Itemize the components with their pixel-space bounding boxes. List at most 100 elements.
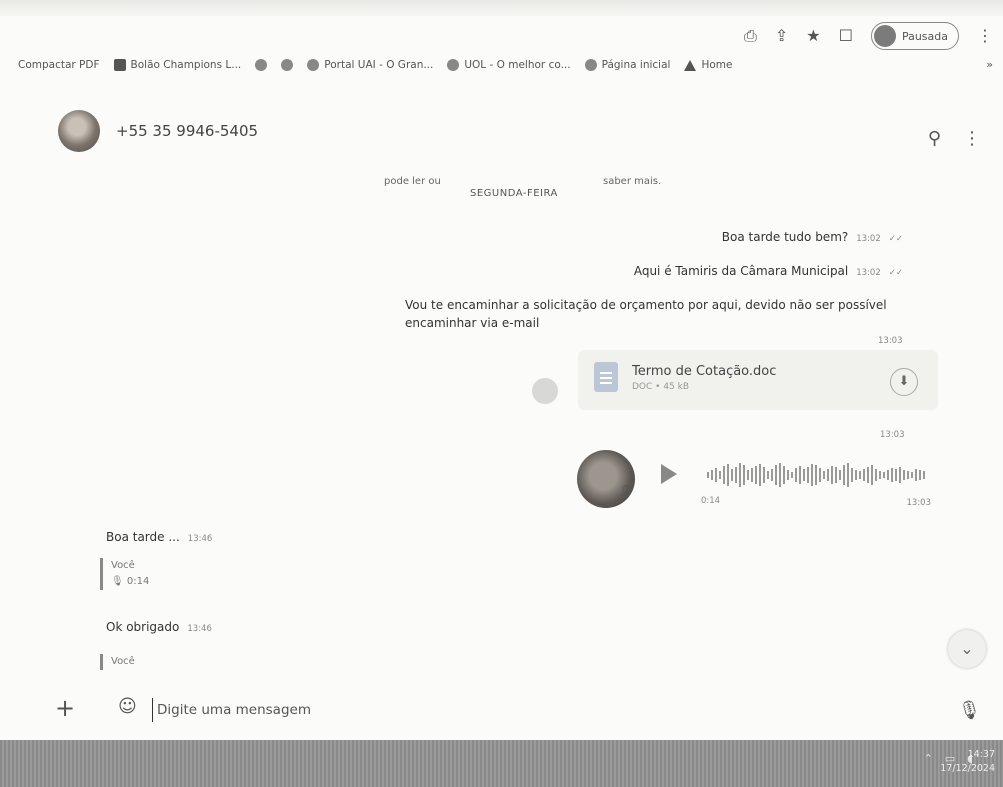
message-text: Ok obrigado [106,620,180,634]
message-text: Boa tarde tudo bem? [721,230,849,244]
window-icon[interactable]: ☐ [839,26,853,46]
waveform-bar [827,469,829,481]
incoming-message[interactable]: Boa tarde ... 13:46 [106,530,212,544]
message-time: 13:03 [878,336,903,346]
audio-duration: 0:14 [701,496,721,506]
scroll-down-button[interactable]: ⌄ [948,630,986,668]
bookmark-home[interactable]: Home [684,59,732,71]
waveform-bar [851,468,853,482]
quoted-reply[interactable]: Você [100,654,135,670]
bookmark-unnamed-1[interactable] [255,59,268,71]
contact-avatar[interactable] [58,110,100,152]
waveform-bar [763,467,765,483]
waveform-bar [711,470,713,480]
attach-plus-icon[interactable]: + [55,694,75,722]
outgoing-message[interactable]: Boa tarde tudo bem? 13:02 ✓✓ [722,230,903,244]
profile-button[interactable]: Pausada [870,22,959,50]
portal-uai-icon [307,59,320,71]
bookmark-star-icon[interactable]: ★ [806,26,820,46]
waveform-bar [867,467,869,483]
browser-menu-icon[interactable]: ⋮ [977,26,993,46]
clock-time: 14:37 [967,749,995,760]
system-notice-right: saber mais. [603,176,662,187]
install-app-icon[interactable]: ⎙ [744,26,757,46]
waveform-bar [803,469,805,481]
waveform-bar [907,471,909,479]
waveform-bar [919,470,921,480]
waveform-bar [727,464,729,486]
voice-record-icon[interactable]: 🎙 [958,700,981,721]
waveform-bar [883,472,885,478]
chat-menu-icon[interactable]: ⋮ [963,128,981,149]
forward-icon[interactable] [532,378,558,404]
waveform-bar [903,470,905,480]
waveform-bar [831,466,833,484]
os-taskbar: ⌃ ▭ ◖ 14:37 17/12/2024 [0,740,1003,787]
bookmark-uol[interactable]: UOL - O melhor co... [447,59,571,71]
globe-icon [255,59,268,71]
share-icon[interactable]: ⇪ [775,26,788,46]
waveform-bar [859,471,861,479]
outgoing-message-long[interactable]: Vou te encaminhar a solicitação de orçam… [405,296,895,332]
chevron-down-icon: ⌄ [960,639,974,658]
file-attachment[interactable]: Termo de Cotação.doc DOC • 45 kB ⬇ [578,350,938,410]
play-icon[interactable] [661,464,677,484]
taskbar-clock[interactable]: 14:37 17/12/2024 [940,748,995,776]
waveform-bar [879,471,881,479]
waveform-bar [899,467,901,483]
waveform-bar [707,472,709,478]
audio-message: 🎙 0:14 13:03 [575,448,935,512]
message-composer: + ☺ 🎙 [0,690,1003,730]
waveform-bar [759,464,761,486]
bolao-icon [113,59,126,71]
bookmark-portal-uai[interactable]: Portal UAI - O Gran... [307,59,433,71]
waveform-bar [835,467,837,483]
quote-author: Você [111,560,135,571]
microphone-icon: 🎙 [619,484,635,498]
waveform-bar [771,469,773,481]
waveform-bar [815,465,817,485]
bookmark-unnamed-2[interactable] [281,59,294,71]
audio-waveform[interactable] [707,462,931,488]
waveform-bar [875,469,877,481]
waveform-bar [911,472,913,478]
waveform-bar [923,471,925,479]
waveform-bar [767,471,769,479]
message-input[interactable] [152,698,919,722]
emoji-icon[interactable]: ☺ [118,696,137,717]
waveform-bar [855,470,857,480]
bookmark-bolao[interactable]: Bolão Champions L... [113,59,241,71]
waveform-bar [719,471,721,479]
scan-artifact [0,0,1003,16]
quote-audio-duration: 🎙 0:14 [111,576,150,587]
waveform-bar [739,463,741,487]
contact-phone[interactable]: +55 35 9946-5405 [116,122,258,140]
profile-status-label: Pausada [901,29,948,43]
download-icon[interactable]: ⬇ [890,368,918,396]
incoming-message[interactable]: Ok obrigado 13:46 [106,620,212,634]
clock-date: 17/12/2024 [940,763,995,774]
system-notice-left: pode ler ou [384,176,441,187]
bookmark-pagina-inicial[interactable]: Página inicial [584,59,670,71]
bookmark-compactar-pdf[interactable]: Compactar PDF [18,59,100,71]
globe-icon [281,59,294,71]
waveform-bar [895,469,897,481]
waveform-bar [791,472,793,478]
search-icon[interactable]: ⚲ [928,128,941,149]
read-check-icon: ✓✓ [888,234,903,244]
outgoing-message[interactable]: Aqui é Tamiris da Câmara Municipal 13:02 ✓… [634,264,903,278]
bookmarks-overflow-button[interactable]: » [986,58,993,71]
waveform-bar [823,471,825,479]
tray-chevron-icon[interactable]: ⌃ [924,752,933,765]
message-time: 13:02 [856,234,881,244]
waveform-bar [723,466,725,484]
waveform-bar [915,469,917,481]
read-check-icon: ✓✓ [888,268,903,278]
waveform-bar [795,468,797,482]
quoted-reply[interactable]: Você 🎙 0:14 [100,558,149,590]
browser-toolbar: ⎙ ⇪ ★ ☐ Pausada ⋮ [744,22,993,50]
quote-author: Você [111,656,135,667]
waveform-bar [775,465,777,485]
message-text: Aqui é Tamiris da Câmara Municipal [633,264,849,278]
message-time: 13:02 [856,268,881,278]
